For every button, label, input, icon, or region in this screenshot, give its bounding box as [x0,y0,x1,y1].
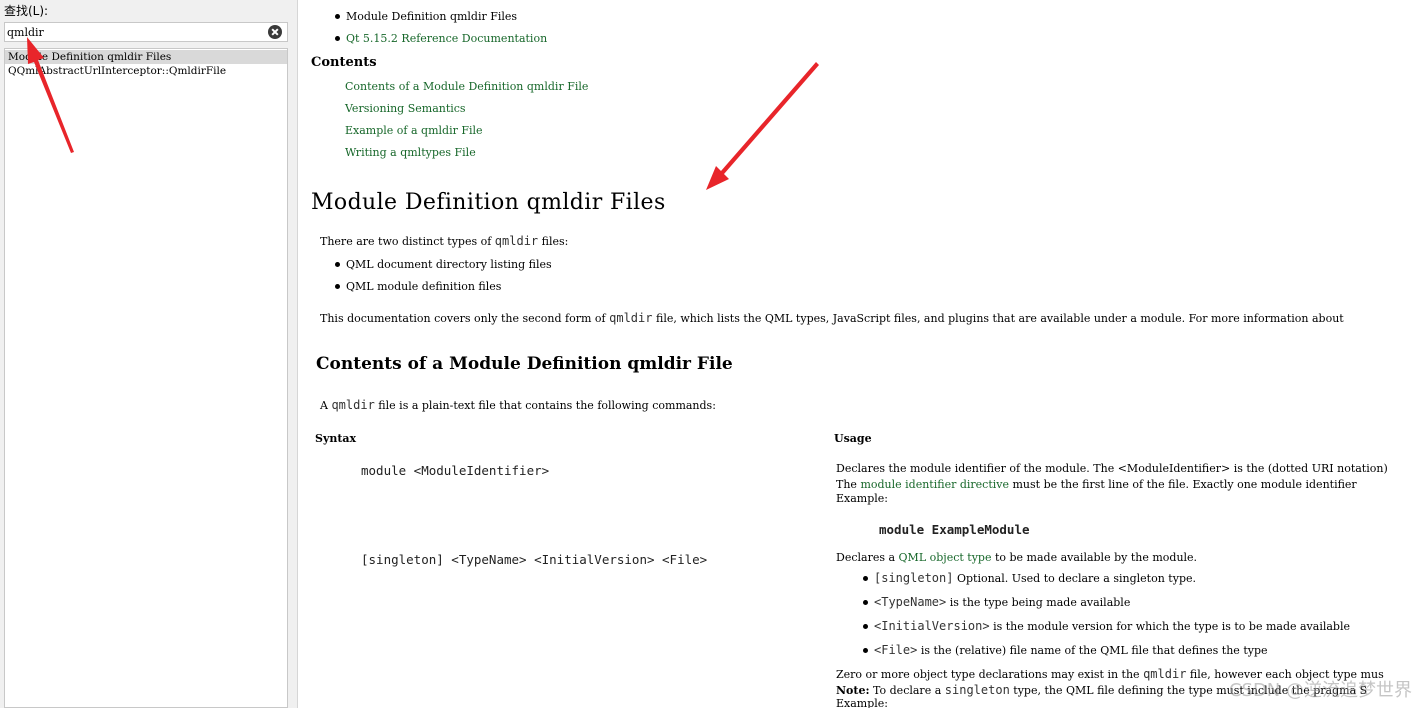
results-list[interactable]: Module Definition qmldir Files QQmlAbstr… [4,48,288,708]
bullet-singleton-text: Optional. Used to declare a singleton ty… [953,572,1196,585]
bullet-file-code: <File> [874,643,918,657]
page-title: Module Definition qmldir Files [311,190,666,215]
section-intro-after: file is a plain-text file that contains … [374,399,716,412]
index-panel: 查找(L): Module Definition qmldir Files QQ… [0,0,298,708]
type-bullet-singleton: [singleton] Optional. Used to declare a … [863,571,1196,585]
search-label: 查找(L): [4,4,49,18]
type-item-definition-label: QML module definition files [346,280,502,293]
table-header-syntax: Syntax [315,432,357,445]
bullet-typename-text: is the type being made available [946,596,1131,609]
module-identifier-directive-link[interactable]: module identifier directive [860,478,1009,491]
example-module-code: module ExampleModule [879,522,1030,537]
usage-type-line: Declares a QML object type to be made av… [836,551,1197,564]
coverage-paragraph: This documentation covers only the secon… [320,311,1344,325]
clear-search-icon[interactable] [268,25,282,39]
help-viewer-window: 查找(L): Module Definition qmldir Files QQ… [0,0,1422,708]
contents-heading: Contents [311,55,377,70]
usage-module-line2: The module identifier directive must be … [836,478,1357,491]
type-bullet-file: <File> is the (relative) file name of th… [863,643,1268,657]
watermark: CSDN @逆流追梦世界 [1228,680,1412,701]
syntax-type: [singleton] <TypeName> <InitialVersion> … [361,552,708,567]
search-input[interactable] [7,23,257,41]
bullet-initialversion-code: <InitialVersion> [874,619,990,633]
usage-module-line2-before: The [836,478,861,491]
result-item-module-definition[interactable]: Module Definition qmldir Files [5,50,287,64]
note-label: Note: [836,684,870,697]
type-item-listing: QML document directory listing files [335,258,552,271]
type-bullet-initialversion: <InitialVersion> is the module version f… [863,619,1350,633]
nav-list-item-reference: Qt 5.15.2 Reference Documentation [335,32,547,45]
usage-type-after: to be made available by the module. [991,551,1198,564]
syntax-module: module <ModuleIdentifier> [361,463,550,478]
zero-before: Zero or more object type declarations ma… [836,668,1144,681]
usage-type-before: Declares a [836,551,899,564]
nav-list-item-current: Module Definition qmldir Files [335,10,517,23]
intro-text-after: files: [538,235,569,248]
note-before: To declare a [869,684,945,697]
section-title: Contents of a Module Definition qmldir F… [316,354,733,374]
toc-link-qmltypes[interactable]: Writing a qmltypes File [345,146,476,159]
toc-link-contents[interactable]: Contents of a Module Definition qmldir F… [345,80,588,93]
bullet-initialversion-text: is the module version for which the type… [989,620,1350,633]
bullet-file-text: is the (relative) file name of the QML f… [917,644,1268,657]
type-item-listing-label: QML document directory listing files [346,258,552,271]
coverage-text-after: file, which lists the QML types, JavaScr… [652,312,1344,325]
toc-link-versioning[interactable]: Versioning Semantics [345,102,466,115]
bullet-singleton-code: [singleton] [874,571,954,585]
result-item-qmldirfile[interactable]: QQmlAbstractUrlInterceptor::QmldirFile [5,64,287,78]
intro-code: qmldir [494,234,539,248]
table-header-usage: Usage [834,432,872,445]
intro-paragraph: There are two distinct types of qmldir f… [320,234,568,248]
bullet-typename-code: <TypeName> [874,595,947,609]
section-intro-before: A [320,399,332,412]
usage-module-example-label: Example: [836,492,888,505]
type-item-definition: QML module definition files [335,280,501,293]
search-box [4,22,288,42]
document-view[interactable]: Module Definition qmldir Files Qt 5.15.2… [299,0,1422,708]
usage-type-example-label: Example: [836,697,888,708]
nav-current-label: Module Definition qmldir Files [346,10,518,23]
zero-code: qmldir [1143,667,1187,681]
coverage-text-before: This documentation covers only the secon… [320,312,610,325]
reference-docs-link[interactable]: Qt 5.15.2 Reference Documentation [346,32,547,45]
usage-module-line1: Declares the module identifier of the mo… [836,462,1388,475]
section-intro-code: qmldir [331,398,375,412]
type-bullet-typename: <TypeName> is the type being made availa… [863,595,1130,609]
toc-link-example[interactable]: Example of a qmldir File [345,124,483,137]
intro-text-before: There are two distinct types of [320,235,495,248]
usage-module-line2-after: must be the first line of the file. Exac… [1009,478,1357,491]
coverage-code: qmldir [609,311,653,325]
note-code: singleton [944,683,1010,697]
qml-object-type-link[interactable]: QML object type [899,551,992,564]
section-intro: A qmldir file is a plain-text file that … [320,398,716,412]
